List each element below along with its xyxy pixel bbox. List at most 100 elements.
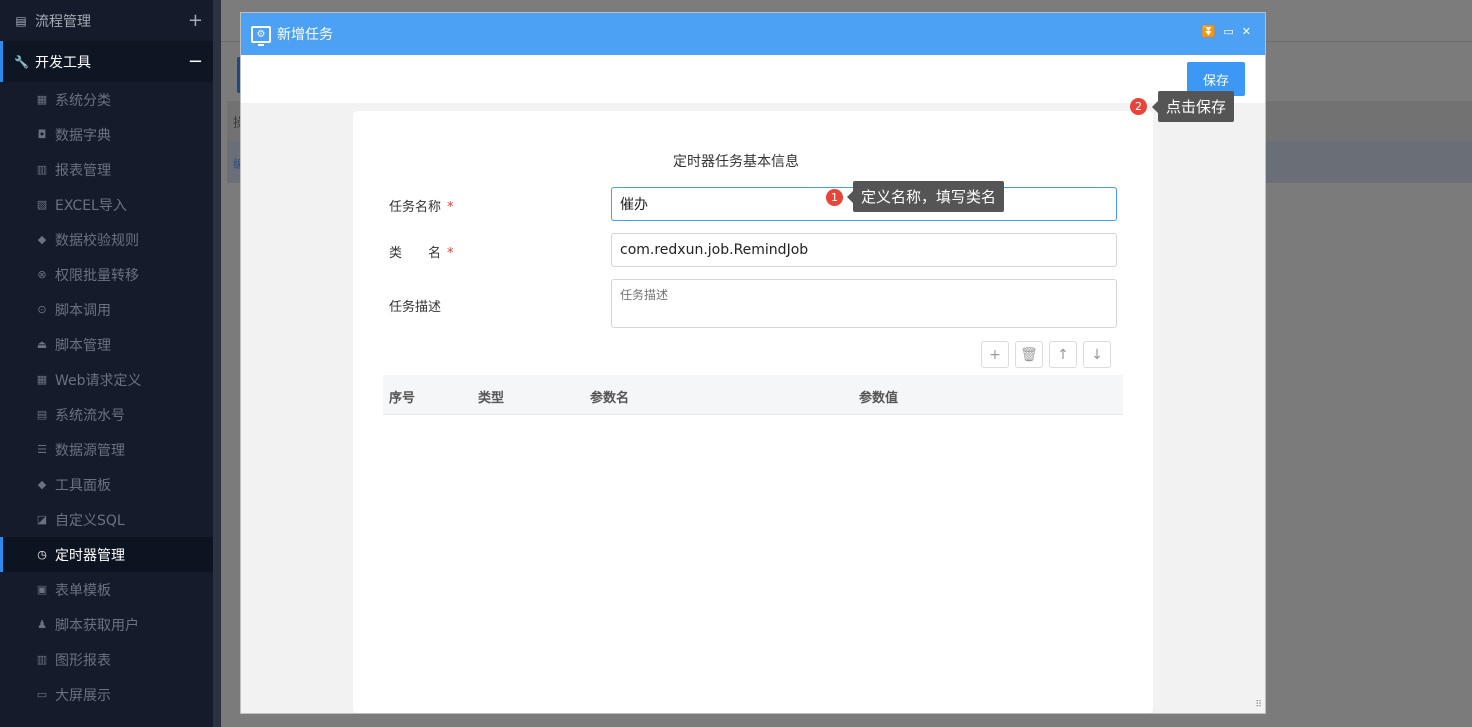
sidebar-item-label: 大屏展示 bbox=[55, 687, 111, 704]
sidebar-item-label: 系统分类 bbox=[55, 92, 111, 109]
user-icon: ♟ bbox=[37, 618, 47, 631]
dialog-header[interactable]: ⚙ 新增任务 ⏬ ▭ ✕ bbox=[241, 13, 1265, 55]
excel-icon: ▧ bbox=[36, 198, 48, 211]
sidebar-item-label: 自定义SQL bbox=[55, 512, 125, 529]
sidebar-item-label: 权限批量转移 bbox=[55, 267, 139, 284]
sidebar-item-label: 系统流水号 bbox=[55, 407, 125, 424]
new-task-dialog: ⚙ 新增任务 ⏬ ▭ ✕ 保存 定时器任务基本信息 任务名称 * 类 名 * 任务描… bbox=[240, 12, 1266, 714]
move-down-button[interactable]: ↓ bbox=[1083, 341, 1111, 368]
section-title: 定时器任务基本信息 bbox=[673, 154, 799, 170]
sidebar-item-label: 报表管理 bbox=[55, 162, 111, 179]
sidebar-item-label: 表单模板 bbox=[55, 582, 111, 599]
sidebar-item-web-request[interactable]: ▦ Web请求定义 bbox=[0, 362, 213, 397]
sidebar-item-graph-report[interactable]: ▥ 图形报表 bbox=[0, 642, 213, 677]
task-desc-textarea[interactable] bbox=[611, 279, 1117, 328]
sidebar-item-label: 脚本管理 bbox=[55, 337, 111, 354]
sidebar-group-devtools[interactable]: 🔧 开发工具 − bbox=[0, 41, 213, 82]
sidebar-item-excel-import[interactable]: ▧ EXCEL导入 bbox=[0, 187, 213, 222]
sidebar-item-label: EXCEL导入 bbox=[55, 197, 127, 214]
monitor-icon: ▭ bbox=[36, 688, 48, 701]
dialog-title: 新增任务 bbox=[277, 27, 333, 43]
column-header-param-value[interactable]: 参数值 bbox=[859, 387, 898, 406]
sidebar-item-tool-panel[interactable]: ◆ 工具面板 bbox=[0, 467, 213, 502]
cube-icon: ◆ bbox=[37, 233, 47, 246]
sidebar-item-label: Web请求定义 bbox=[55, 372, 142, 389]
dialog-toolbar: 保存 bbox=[241, 55, 1265, 103]
chart-icon: ▥ bbox=[36, 653, 48, 666]
sidebar-item-label: 脚本获取用户 bbox=[55, 617, 139, 634]
sidebar-scrollbar[interactable] bbox=[213, 0, 221, 727]
task-name-label: 任务名称 * bbox=[389, 196, 454, 215]
add-row-button[interactable]: + bbox=[981, 341, 1009, 368]
sidebar-item-datasource[interactable]: ☰ 数据源管理 bbox=[0, 432, 213, 467]
sidebar-group-label: 开发工具 bbox=[35, 54, 91, 71]
sidebar-item-report-management[interactable]: ▥ 报表管理 bbox=[0, 152, 213, 187]
edit-icon: ◪ bbox=[36, 513, 48, 526]
sidebar-item-label: 图形报表 bbox=[55, 652, 111, 669]
sidebar-item-permission-transfer[interactable]: ⊗ 权限批量转移 bbox=[0, 257, 213, 292]
sidebar-item-form-template[interactable]: ▣ 表单模板 bbox=[0, 572, 213, 607]
form-icon: ▤ bbox=[15, 13, 27, 28]
monitor-gear-icon: ⚙ bbox=[251, 25, 271, 46]
list-doc-icon: ▤ bbox=[36, 408, 48, 421]
sidebar-item-script-call[interactable]: ⊙ 脚本调用 bbox=[0, 292, 213, 327]
calendar-icon: ▦ bbox=[36, 93, 48, 106]
bar-chart-icon: ▥ bbox=[36, 163, 48, 176]
sidebar-item-big-screen[interactable]: ▭ 大屏展示 bbox=[0, 677, 213, 712]
sidebar-item-label: 数据源管理 bbox=[55, 442, 125, 459]
trash-icon: 🗑 bbox=[1020, 346, 1038, 363]
arrow-down-icon: ↓ bbox=[1091, 346, 1103, 363]
sidebar-item-script-user[interactable]: ♟ 脚本获取用户 bbox=[0, 607, 213, 642]
task-desc-label: 任务描述 bbox=[389, 300, 442, 315]
sidebar-item-validation-rules[interactable]: ◆ 数据校验规则 bbox=[0, 222, 213, 257]
template-icon: ▣ bbox=[36, 583, 48, 596]
wrench-icon: 🔧 bbox=[14, 54, 29, 69]
move-up-button[interactable]: ↑ bbox=[1049, 341, 1077, 368]
required-mark: * bbox=[447, 200, 454, 215]
tooltip-step-1: 定义名称，填写类名 bbox=[846, 181, 1005, 212]
step-badge-1: 1 bbox=[825, 188, 844, 207]
eject-icon: ⏏ bbox=[36, 338, 48, 351]
class-name-label-text: 类 名 bbox=[389, 246, 442, 261]
sidebar-item-label: 数据字典 bbox=[55, 127, 111, 144]
params-grid-header: 序号 类型 参数名 参数值 bbox=[383, 375, 1123, 415]
clock-icon: ◷ bbox=[37, 548, 47, 561]
collapse-icon[interactable]: − bbox=[188, 51, 203, 72]
sidebar-item-label: 工具面板 bbox=[55, 477, 111, 494]
close-icon[interactable]: ✕ bbox=[1242, 25, 1251, 38]
required-mark: * bbox=[447, 246, 454, 261]
sidebar-item-timer-management[interactable]: ◷ 定时器管理 bbox=[0, 537, 213, 572]
resize-grip-icon[interactable]: ⠿ bbox=[1255, 700, 1262, 710]
step-badge-2: 2 bbox=[1129, 97, 1148, 116]
collapse-down-icon[interactable]: ⏬ bbox=[1202, 25, 1216, 38]
column-header-type[interactable]: 类型 bbox=[478, 387, 504, 406]
form-card: 定时器任务基本信息 任务名称 * 类 名 * 任务描述 + 🗑 ↑ ↓ 序号 类型 … bbox=[353, 111, 1153, 713]
maximize-icon[interactable]: ▭ bbox=[1223, 25, 1233, 38]
class-name-input[interactable] bbox=[611, 233, 1117, 267]
sidebar-item-label: 数据校验规则 bbox=[55, 232, 139, 249]
task-name-label-text: 任务名称 bbox=[389, 200, 442, 215]
plus-icon: + bbox=[989, 346, 1001, 363]
table-icon: ▦ bbox=[36, 373, 48, 386]
sidebar-item-data-dictionary[interactable]: ◘ 数据字典 bbox=[0, 117, 213, 152]
expand-icon[interactable]: + bbox=[188, 10, 203, 31]
sidebar-group-label: 流程管理 bbox=[35, 13, 91, 30]
sidebar-item-custom-sql[interactable]: ◪ 自定义SQL bbox=[0, 502, 213, 537]
dot-circle-icon: ⊙ bbox=[37, 303, 47, 316]
column-header-param-name[interactable]: 参数名 bbox=[590, 387, 629, 406]
cube-icon: ◆ bbox=[37, 478, 47, 491]
tooltip-step-2: 点击保存 bbox=[1151, 91, 1235, 122]
sidebar-item-label: 定时器管理 bbox=[55, 547, 125, 564]
window-controls: ⏬ ▭ ✕ bbox=[1202, 25, 1251, 38]
sidebar-item-label: 脚本调用 bbox=[55, 302, 111, 319]
cross-circle-icon: ⊗ bbox=[37, 268, 47, 281]
sidebar-item-script-management[interactable]: ⏏ 脚本管理 bbox=[0, 327, 213, 362]
column-header-index[interactable]: 序号 bbox=[389, 387, 415, 406]
sidebar-item-system-category[interactable]: ▦ 系统分类 bbox=[0, 82, 213, 117]
sidebar-group-process[interactable]: ▤ 流程管理 + bbox=[0, 0, 213, 41]
delete-row-button[interactable]: 🗑 bbox=[1015, 341, 1043, 368]
arrow-up-icon: ↑ bbox=[1057, 346, 1069, 363]
sidebar: ▤ 流程管理 + 🔧 开发工具 − ▦ 系统分类 ◘ 数据字典 ▥ 报表管理 ▧ EXC… bbox=[0, 0, 213, 727]
sidebar-item-serial-number[interactable]: ▤ 系统流水号 bbox=[0, 397, 213, 432]
book-icon: ◘ bbox=[37, 128, 47, 141]
